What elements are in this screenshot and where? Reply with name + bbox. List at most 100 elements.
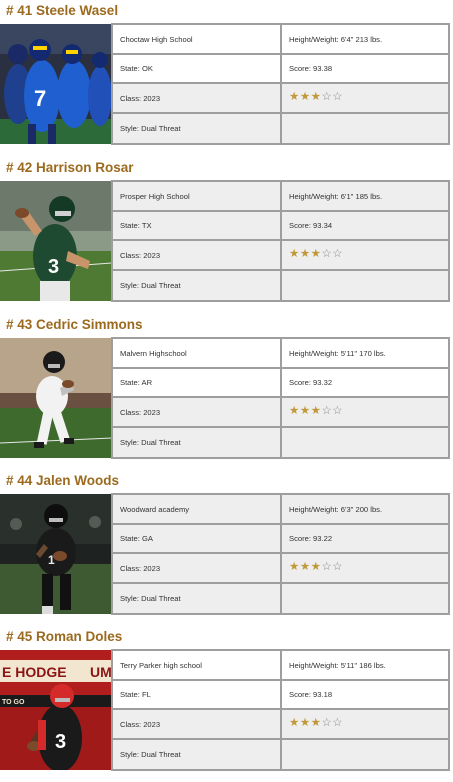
star-empty-icon: ☆ <box>321 91 333 104</box>
star-empty-icon: ☆ <box>332 717 344 730</box>
style-cell: Style: Dual Threat <box>113 428 282 459</box>
empty-cell <box>282 428 450 459</box>
state-cell: State: AR <box>113 369 282 398</box>
star-filled-icon: ★ <box>299 561 311 574</box>
star-filled-icon: ★ <box>299 91 311 104</box>
player-title: # 43 Cedric Simmons <box>6 317 143 332</box>
height-weight-cell: Height/Weight: 6'1" 185 lbs. <box>282 182 450 212</box>
star-empty-icon: ☆ <box>321 561 333 574</box>
empty-cell <box>282 740 450 771</box>
stadium-sign-text: E HODGE <box>2 664 67 680</box>
player-photo: 7 <box>0 24 112 144</box>
stadium-field-text: TO GO <box>2 699 25 706</box>
score-cell: Score: 93.32 <box>282 369 450 398</box>
svg-text:1: 1 <box>48 553 55 567</box>
star-empty-icon: ☆ <box>332 248 344 261</box>
player-photo-image: 7 <box>0 24 112 144</box>
star-rating: ★★★☆☆ <box>289 562 343 574</box>
school-cell: Terry Parker high school <box>113 651 282 681</box>
player-info-table: Choctaw High School Height/Weight: 6'4" … <box>111 23 450 145</box>
stars-cell: ★★★☆☆ <box>282 84 450 114</box>
player-photo-image: 3 <box>0 181 112 301</box>
state-cell: State: GA <box>113 525 282 554</box>
stars-cell: ★★★☆☆ <box>282 554 450 584</box>
state-cell: State: OK <box>113 55 282 84</box>
player-photo-image <box>0 338 112 458</box>
svg-text:7: 7 <box>34 86 46 111</box>
star-empty-icon: ☆ <box>332 405 344 418</box>
style-cell: Style: Dual Threat <box>113 740 282 771</box>
star-filled-icon: ★ <box>289 717 300 730</box>
star-filled-icon: ★ <box>299 405 311 418</box>
class-cell: Class: 2023 <box>113 241 282 271</box>
empty-cell <box>282 114 450 145</box>
player-photo-image: E HODGE UM TO GO 3 <box>0 650 112 770</box>
player-card-44: # 44 Jalen Woods 1 Woodward academy Heig… <box>0 470 453 626</box>
school-cell: Woodward academy <box>113 495 282 525</box>
star-filled-icon: ★ <box>310 91 322 104</box>
player-photo: 3 <box>0 181 112 301</box>
star-empty-icon: ☆ <box>321 405 333 418</box>
player-title: # 45 Roman Doles <box>6 629 123 644</box>
player-photo-image: 1 <box>0 494 112 614</box>
player-photo: 1 <box>0 494 112 614</box>
star-filled-icon: ★ <box>310 561 322 574</box>
star-filled-icon: ★ <box>310 717 322 730</box>
player-card-43: # 43 Cedric Simmons Malvern Highschool H… <box>0 314 453 470</box>
star-rating: ★★★☆☆ <box>289 249 343 261</box>
star-filled-icon: ★ <box>310 248 322 261</box>
player-photo: E HODGE UM TO GO 3 <box>0 650 112 770</box>
player-title: # 42 Harrison Rosar <box>6 160 134 175</box>
player-info-table: Terry Parker high school Height/Weight: … <box>111 649 450 771</box>
score-cell: Score: 93.18 <box>282 681 450 710</box>
star-empty-icon: ☆ <box>332 91 344 104</box>
height-weight-cell: Height/Weight: 5'11" 170 lbs. <box>282 339 450 369</box>
star-empty-icon: ☆ <box>321 717 333 730</box>
player-title: # 44 Jalen Woods <box>6 473 120 488</box>
player-info-table: Prosper High School Height/Weight: 6'1" … <box>111 180 450 302</box>
player-info-table: Woodward academy Height/Weight: 6'3" 200… <box>111 493 450 615</box>
height-weight-cell: Height/Weight: 6'3" 200 lbs. <box>282 495 450 525</box>
style-cell: Style: Dual Threat <box>113 114 282 145</box>
stars-cell: ★★★☆☆ <box>282 241 450 271</box>
style-cell: Style: Dual Threat <box>113 584 282 615</box>
height-weight-cell: Height/Weight: 6'4" 213 lbs. <box>282 25 450 55</box>
stadium-sign-text-2: UM <box>90 664 112 680</box>
player-card-41: # 41 Steele Wasel 7 Choctaw High School … <box>0 0 453 156</box>
class-cell: Class: 2023 <box>113 84 282 114</box>
stars-cell: ★★★☆☆ <box>282 710 450 740</box>
height-weight-cell: Height/Weight: 5'11" 186 lbs. <box>282 651 450 681</box>
star-filled-icon: ★ <box>289 91 300 104</box>
class-cell: Class: 2023 <box>113 710 282 740</box>
star-empty-icon: ☆ <box>321 248 333 261</box>
school-cell: Choctaw High School <box>113 25 282 55</box>
score-cell: Score: 93.38 <box>282 55 450 84</box>
star-filled-icon: ★ <box>310 405 322 418</box>
svg-text:3: 3 <box>48 256 59 278</box>
state-cell: State: TX <box>113 212 282 241</box>
star-rating: ★★★☆☆ <box>289 92 343 104</box>
player-title: # 41 Steele Wasel <box>6 3 119 18</box>
player-photo <box>0 338 112 458</box>
star-filled-icon: ★ <box>299 248 311 261</box>
player-info-table: Malvern Highschool Height/Weight: 5'11" … <box>111 337 450 459</box>
state-cell: State: FL <box>113 681 282 710</box>
score-cell: Score: 93.34 <box>282 212 450 241</box>
star-rating: ★★★☆☆ <box>289 406 343 418</box>
school-cell: Malvern Highschool <box>113 339 282 369</box>
player-card-42: # 42 Harrison Rosar 3 Prosper High Schoo… <box>0 157 453 313</box>
class-cell: Class: 2023 <box>113 398 282 428</box>
star-filled-icon: ★ <box>289 561 300 574</box>
empty-cell <box>282 584 450 615</box>
star-empty-icon: ☆ <box>332 561 344 574</box>
school-cell: Prosper High School <box>113 182 282 212</box>
star-filled-icon: ★ <box>299 717 311 730</box>
jersey-number: 3 <box>55 731 66 753</box>
score-cell: Score: 93.22 <box>282 525 450 554</box>
player-card-45: # 45 Roman Doles E HODGE UM TO GO 3 Terry P… <box>0 626 453 782</box>
star-rating: ★★★☆☆ <box>289 718 343 730</box>
class-cell: Class: 2023 <box>113 554 282 584</box>
star-filled-icon: ★ <box>289 405 300 418</box>
empty-cell <box>282 271 450 302</box>
star-filled-icon: ★ <box>289 248 300 261</box>
